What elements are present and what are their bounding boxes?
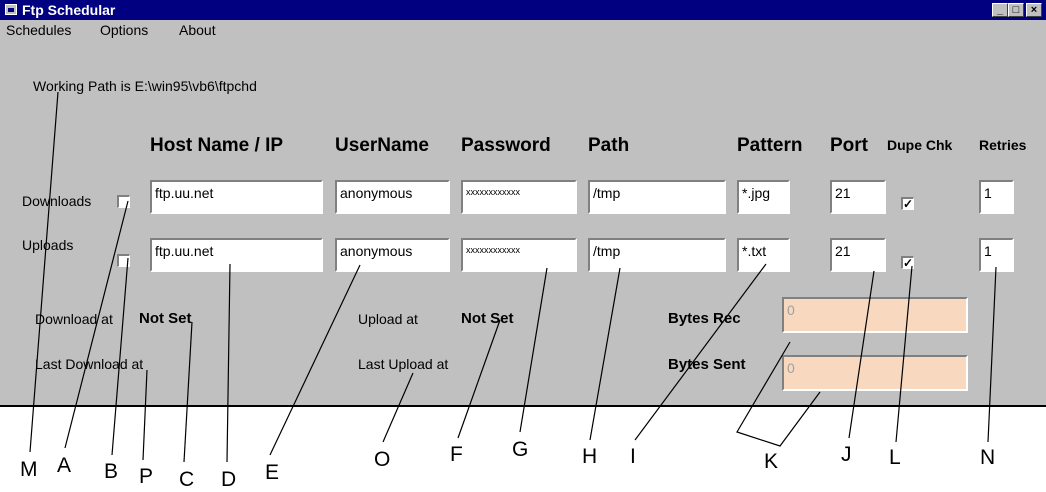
menu-options[interactable]: Options [100,22,148,38]
downloads-dupe-checkbox[interactable]: ✓ [901,197,914,210]
download-at-value: Not Set [139,310,192,327]
bytes-sent-label: Bytes Sent [668,356,746,373]
uploads-port-input[interactable]: 21 [830,238,886,272]
callout-b: B [104,460,119,483]
callout-c: C [179,468,195,491]
download-at-label: Download at [35,311,113,327]
header-host: Host Name / IP [150,135,284,156]
header-password: Password [461,135,551,156]
callout-j: J [841,443,852,466]
header-dupe-chk: Dupe Chk [887,137,953,153]
callout-e: E [265,461,280,484]
bytes-sent-field: 0 [782,355,968,391]
header-pattern: Pattern [737,135,803,156]
menu-schedules[interactable]: Schedules [6,22,71,38]
downloads-label: Downloads [22,193,92,209]
callout-a: A [57,454,72,477]
downloads-pattern-input[interactable]: *.jpg [737,180,790,214]
app-icon[interactable] [5,4,17,15]
callout-h: H [582,445,598,468]
header-path: Path [588,135,630,156]
upload-at-value: Not Set [461,310,514,327]
header-username: UserName [335,135,429,156]
callout-d: D [221,468,237,491]
downloads-port-input[interactable]: 21 [830,180,886,214]
working-path-label: Working Path is E:\win95\vb6\ftpchd [33,78,257,94]
callout-k: K [764,450,779,473]
uploads-password-input[interactable]: xxxxxxxxxxxx [461,238,577,272]
uploads-username-input[interactable]: anonymous [335,238,450,272]
uploads-label: Uploads [22,237,74,253]
header-retries: Retries [979,137,1027,153]
downloads-enable-checkbox[interactable] [117,195,130,208]
bytes-rec-label: Bytes Rec [668,310,741,327]
callout-g: G [512,438,529,461]
bytes-rec-field: 0 [782,297,968,333]
last-upload-label: Last Upload at [358,356,449,372]
menu-bar: Schedules Options About [0,20,1046,40]
uploads-dupe-checkbox[interactable]: ✓ [901,256,914,269]
callout-f: F [450,443,463,466]
window-title: Ftp Schedular [22,2,116,18]
maximize-button[interactable]: □ [1008,3,1024,17]
downloads-path-input[interactable]: /tmp [588,180,726,214]
callout-m: M [20,458,38,481]
title-bar[interactable]: Ftp Schedular _ □ × [0,0,1046,20]
uploads-pattern-input[interactable]: *.txt [737,238,790,272]
window-bottom-edge [0,405,1046,407]
upload-at-label: Upload at [358,311,418,327]
callout-i: I [630,445,636,468]
uploads-retries-input[interactable]: 1 [979,238,1014,272]
callout-n: N [980,446,996,469]
callout-p: P [139,465,154,488]
header-port: Port [830,135,868,156]
uploads-host-input[interactable]: ftp.uu.net [150,238,323,272]
callout-l: L [889,446,901,469]
close-button[interactable]: × [1026,3,1042,17]
uploads-enable-checkbox[interactable] [117,254,130,267]
menu-about[interactable]: About [179,22,216,38]
last-download-label: Last Download at [35,356,144,372]
uploads-path-input[interactable]: /tmp [588,238,726,272]
minimize-button[interactable]: _ [992,3,1008,17]
downloads-username-input[interactable]: anonymous [335,180,450,214]
ftp-schedular-window: Ftp Schedular _ □ × Schedules Options Ab… [0,0,1046,407]
downloads-password-input[interactable]: xxxxxxxxxxxx [461,180,577,214]
downloads-host-input[interactable]: ftp.uu.net [150,180,323,214]
callout-o: O [374,448,391,471]
downloads-retries-input[interactable]: 1 [979,180,1014,214]
